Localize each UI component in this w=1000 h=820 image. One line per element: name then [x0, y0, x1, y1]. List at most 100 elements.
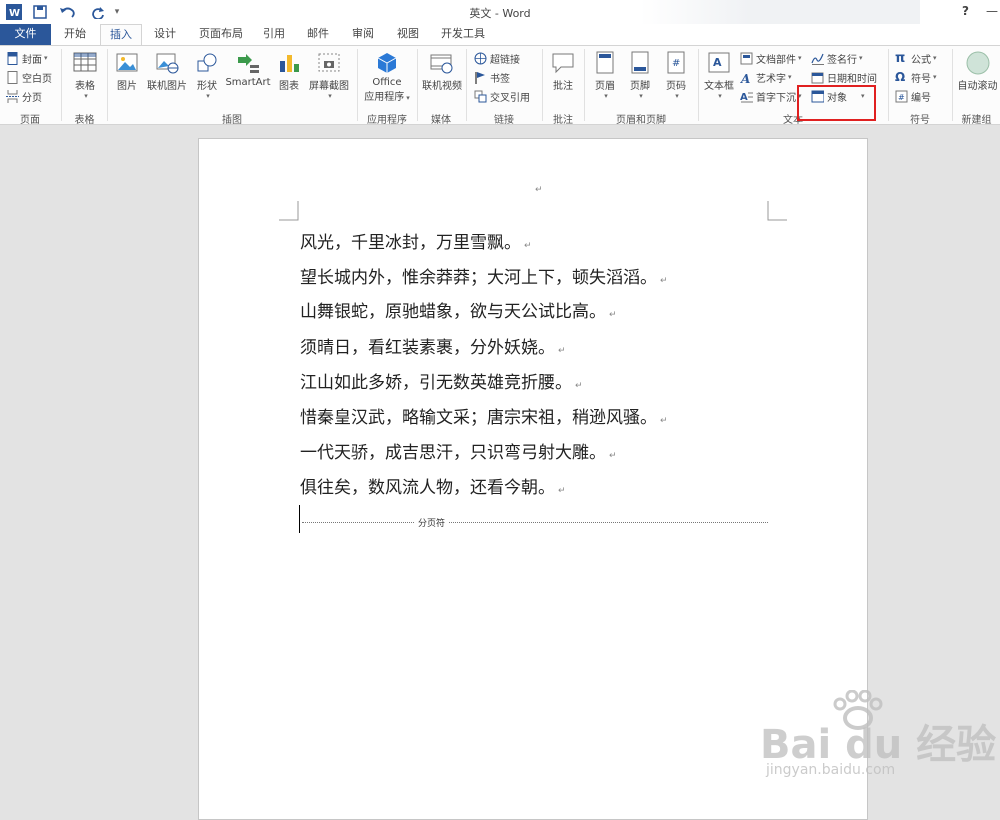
crop-mark: [279, 201, 299, 221]
quick-parts-icon: [740, 52, 753, 64]
blank-page-label: 空白页: [22, 73, 52, 85]
symbol-button[interactable]: Ω 符号 ▾: [895, 68, 937, 86]
group-illustrations-label: 插图: [222, 115, 242, 126]
shapes-button[interactable]: 形状 ▾: [192, 51, 222, 100]
smartart-button[interactable]: SmartArt: [224, 51, 272, 88]
watermark-url: jingyan.baidu.com: [766, 762, 896, 778]
quick-parts-button[interactable]: 文档部件 ▾: [740, 49, 802, 67]
office-apps-label-2: 应用程序: [364, 92, 405, 103]
datetime-label: 日期和时间: [827, 73, 877, 85]
comment-button[interactable]: 批注: [547, 51, 579, 92]
textbox-label: 文本框: [704, 81, 734, 92]
hyperlink-button[interactable]: 超链接: [474, 49, 520, 67]
signature-icon: [811, 53, 824, 65]
picture-button[interactable]: 图片: [112, 51, 142, 92]
bookmark-button[interactable]: 书签: [474, 68, 510, 86]
group-media-label: 媒体: [431, 115, 451, 126]
header-label: 页眉: [595, 81, 615, 92]
online-picture-icon: [156, 53, 179, 74]
poem-line[interactable]: 惜秦皇汉武，略输文采；唐宗宋祖，稍逊风骚。 ↵: [300, 403, 668, 428]
autoscroll-button[interactable]: 自动滚动: [955, 51, 1000, 92]
smartart-icon: [238, 54, 259, 73]
tab-home[interactable]: 开始: [56, 24, 94, 45]
dropcap-button[interactable]: A 首字下沉 ▾: [740, 87, 802, 105]
cover-page-button[interactable]: 封面 ▾: [6, 49, 48, 67]
number-button[interactable]: # 编号: [895, 87, 931, 105]
textbox-icon: A: [708, 52, 730, 73]
poem-line[interactable]: 俱往矣，数风流人物，还看今朝。 ↵: [300, 473, 566, 498]
group-pages-label: 页面: [20, 115, 40, 126]
shapes-icon: [197, 53, 217, 72]
autoscroll-label: 自动滚动: [957, 81, 998, 92]
page-break-button[interactable]: 分页: [6, 87, 42, 105]
equation-button[interactable]: π 公式 ▾: [895, 49, 937, 67]
blank-page-icon: [7, 70, 18, 84]
svg-text:A: A: [713, 56, 722, 69]
textbox-button[interactable]: A 文本框 ▾: [702, 51, 736, 100]
page-break-icon: [6, 89, 19, 103]
screenshot-button[interactable]: 屏幕截图 ▾: [306, 51, 352, 100]
cross-reference-button[interactable]: 交叉引用: [474, 87, 530, 105]
footer-icon: [631, 51, 649, 74]
tab-review[interactable]: 审阅: [344, 24, 382, 45]
tab-layout[interactable]: 页面布局: [192, 24, 250, 45]
tab-design[interactable]: 设计: [146, 24, 184, 45]
omega-icon: Ω: [895, 69, 906, 84]
minimize-button[interactable]: —: [986, 4, 998, 18]
tab-file[interactable]: 文件: [0, 24, 51, 45]
datetime-button[interactable]: 日期和时间: [811, 68, 877, 86]
group-apps-label: 应用程序: [367, 115, 407, 126]
bookmark-label: 书签: [490, 73, 510, 85]
separator: [698, 49, 699, 121]
poem-line[interactable]: 江山如此多娇，引无数英雄竞折腰。 ↵: [300, 368, 583, 393]
tab-developer[interactable]: 开发工具: [434, 24, 492, 45]
tab-mailings[interactable]: 邮件: [300, 24, 336, 45]
cover-page-icon: [7, 51, 18, 65]
signature-line-button[interactable]: 签名行 ▾: [811, 49, 863, 67]
paragraph-mark: ↵: [558, 346, 566, 356]
poem-line[interactable]: 一代天骄，成吉思汗，只识弯弓射大雕。 ↵: [300, 438, 617, 463]
paragraph-mark: ↵: [558, 486, 566, 496]
shapes-label: 形状: [197, 81, 217, 92]
page-break-label: 分页: [22, 92, 42, 104]
tab-references[interactable]: 引用: [256, 24, 292, 45]
tab-insert[interactable]: 插入: [100, 24, 142, 45]
footer-button[interactable]: 页脚 ▾: [625, 51, 655, 100]
group-tables-label: 表格: [74, 115, 95, 126]
table-button[interactable]: 表格 ▾: [66, 51, 104, 100]
poem-line-text: 山舞银蛇，原驰蜡象，欲与天公试比高。: [300, 302, 606, 322]
dropcap-icon: A: [740, 92, 753, 103]
chart-button[interactable]: 图表: [274, 51, 304, 92]
poem-line[interactable]: 望长城内外，惟余莽莽；大河上下，顿失滔滔。 ↵: [300, 263, 668, 288]
blank-page-button[interactable]: 空白页: [6, 68, 52, 86]
help-button[interactable]: ?: [962, 4, 969, 18]
symbol-label: 符号: [911, 73, 931, 85]
online-picture-label: 联机图片: [147, 81, 187, 92]
wordart-button[interactable]: A 艺术字 ▾: [740, 68, 792, 86]
picture-label: 图片: [117, 81, 137, 92]
page-number-button[interactable]: # 页码 ▾: [660, 51, 692, 100]
online-video-label: 联机视频: [422, 81, 462, 92]
calendar-icon: [811, 72, 824, 83]
equation-label: 公式: [911, 54, 931, 66]
paragraph-mark: ↵: [575, 381, 583, 391]
paragraph-mark: ↵: [660, 276, 668, 286]
online-picture-button[interactable]: 联机图片: [144, 51, 190, 92]
pi-icon: π: [895, 50, 906, 66]
chart-icon: [280, 55, 299, 72]
poem-line[interactable]: 须晴日，看红装素裹，分外妖娆。 ↵: [300, 333, 566, 358]
poem-line-text: 须晴日，看红装素裹，分外妖娆。: [300, 338, 555, 358]
tab-view[interactable]: 视图: [390, 24, 426, 45]
wordart-label: 艺术字: [756, 73, 786, 85]
baidu-watermark: Bai du 经验 jingyan.baidu.com: [760, 690, 1000, 805]
online-video-button[interactable]: 联机视频: [420, 51, 464, 92]
poem-line[interactable]: 山舞银蛇，原驰蜡象，欲与天公试比高。 ↵: [300, 297, 617, 322]
window-title: 英文 - Word: [469, 7, 531, 20]
signature-label: 签名行: [827, 54, 857, 66]
paragraph-mark: ↵: [660, 416, 668, 426]
poem-line[interactable]: 风光，千里冰封，万里雪飘。 ↵: [300, 228, 532, 253]
wordart-icon: A: [740, 72, 750, 84]
office-apps-button[interactable]: Office 应用程序 ▾: [360, 51, 414, 103]
header-button[interactable]: 页眉 ▾: [590, 51, 620, 100]
object-highlight-box: [797, 85, 876, 121]
